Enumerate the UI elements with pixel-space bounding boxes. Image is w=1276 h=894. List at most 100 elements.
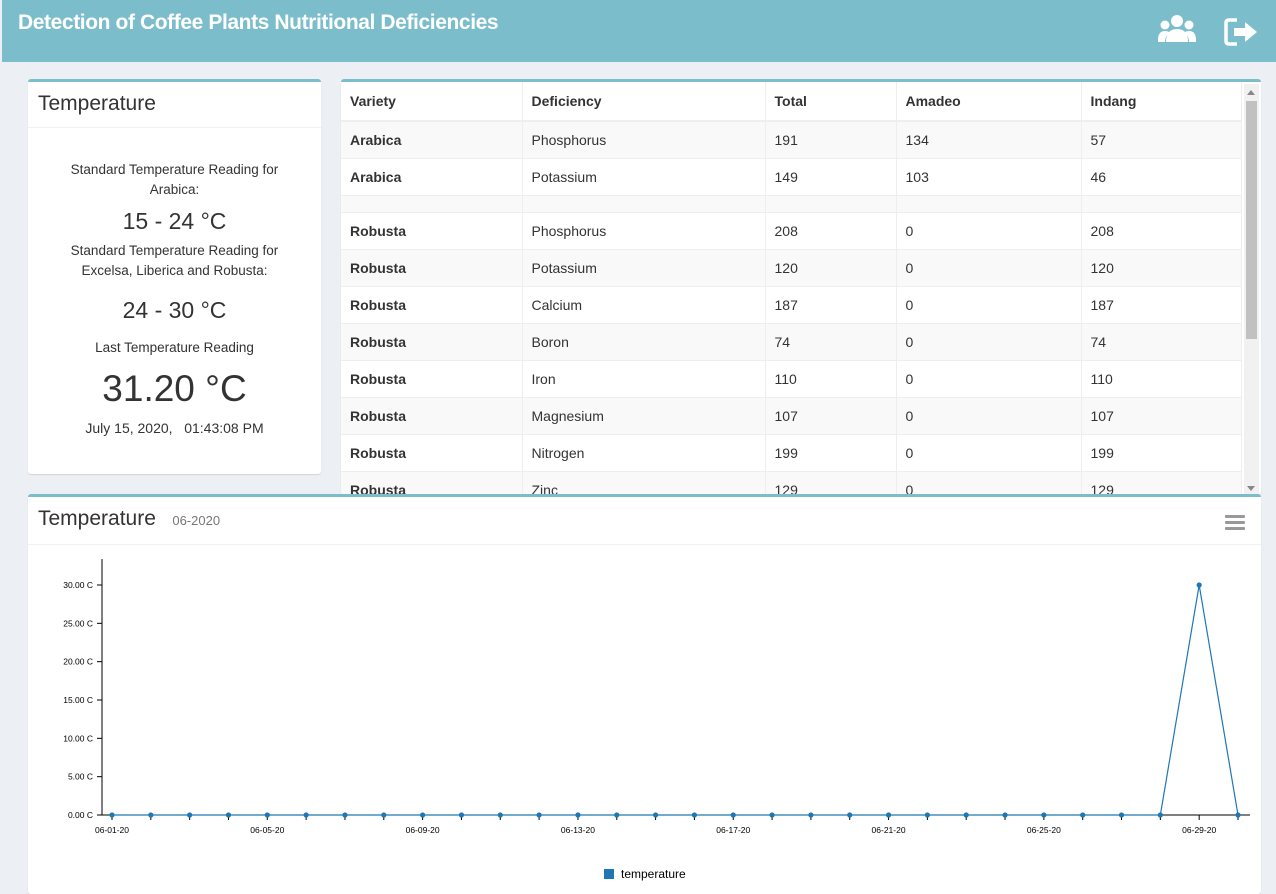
deficiency-table-scroll-area[interactable]: Variety Deficiency Total Amadeo Indang A… (341, 82, 1242, 495)
others-standard-label: Standard Temperature Reading for Excelsa… (70, 243, 279, 278)
cell-deficiency: Calcium (522, 285, 766, 323)
column-header-indang[interactable]: Indang (1081, 82, 1242, 122)
table-scrollbar[interactable] (1244, 84, 1259, 495)
data-point (1080, 812, 1086, 818)
x-tick-label: 06-21-20 (872, 825, 906, 835)
cell-amadeo: 0 (896, 322, 1082, 360)
y-tick-label: 30.00 C (63, 580, 93, 590)
data-point (769, 812, 775, 818)
cell-deficiency: Magnesium (522, 396, 766, 434)
cell-total: 187 (765, 285, 897, 323)
y-tick-label: 25.00 C (63, 618, 93, 628)
y-tick-label: 15.00 C (63, 695, 93, 705)
app-title: Detection of Coffee Plants Nutritional D… (18, 11, 499, 34)
scroll-down-arrow-icon[interactable] (1247, 486, 1255, 491)
cell-total: 149 (765, 157, 897, 195)
table-row: Robusta Magnesium 107 0 107 (341, 396, 1242, 434)
table-row: Robusta Zinc 129 0 129 (341, 470, 1242, 495)
table-row: Robusta Boron 74 0 74 (341, 322, 1242, 360)
data-point (1235, 812, 1241, 818)
users-button[interactable] (1157, 12, 1197, 52)
data-point (458, 812, 465, 818)
cell-indang: 107 (1081, 396, 1242, 434)
x-tick-label: 06-09-20 (406, 825, 440, 835)
cell-total: 107 (765, 396, 897, 434)
deficiency-table: Variety Deficiency Total Amadeo Indang A… (341, 82, 1242, 495)
users-icon (1158, 15, 1196, 42)
cell-amadeo: 0 (896, 359, 1082, 397)
cell-total: 208 (765, 211, 897, 249)
cell-indang: 120 (1081, 248, 1242, 286)
y-tick-label: 20.00 C (63, 657, 93, 667)
series-line-temperature (112, 584, 1239, 816)
cell-variety: Robusta (341, 359, 523, 397)
data-point (109, 812, 115, 818)
cell-deficiency: Potassium (522, 248, 766, 286)
column-header-variety[interactable]: Variety (341, 82, 523, 122)
data-point (1041, 812, 1047, 818)
y-tick-label: 5.00 C (68, 772, 93, 782)
last-reading-date: July 15, 2020, (85, 420, 173, 436)
cell-indang: 199 (1081, 433, 1242, 471)
data-point (264, 812, 270, 818)
cell-amadeo: 0 (896, 433, 1082, 471)
deficiency-table-panel: Variety Deficiency Total Amadeo Indang A… (341, 79, 1261, 495)
x-tick-label: 06-13-20 (561, 825, 595, 835)
x-tick-label: 06-17-20 (716, 825, 750, 835)
logout-button[interactable] (1223, 12, 1263, 52)
cell-total: 74 (765, 322, 897, 360)
cell-amadeo: 0 (896, 396, 1082, 434)
top-navbar: Detection of Coffee Plants Nutritional D… (2, 0, 1276, 62)
x-tick-label: 06-05-20 (250, 825, 284, 835)
legend-swatch (604, 869, 614, 879)
cell-deficiency: Boron (522, 322, 766, 360)
data-point (847, 812, 853, 818)
arabica-range: 15 - 24 °C (122, 208, 227, 234)
column-header-amadeo[interactable]: Amadeo (896, 82, 1082, 122)
cell-indang: 208 (1081, 211, 1242, 249)
y-tick-label: 10.00 C (63, 733, 93, 743)
y-tick-label: 0.00 C (68, 810, 93, 820)
cell-total: 120 (765, 248, 897, 286)
column-header-total[interactable]: Total (765, 82, 897, 122)
cell-variety: Robusta (341, 248, 523, 286)
scrollbar-thumb[interactable] (1246, 101, 1257, 339)
data-point (420, 812, 426, 818)
scroll-up-arrow-icon[interactable] (1247, 90, 1255, 95)
cell-indang (1081, 194, 1242, 212)
others-range: 24 - 30 °C (122, 297, 227, 323)
cell-amadeo: 0 (896, 248, 1082, 286)
last-reading-label: Last Temperature Reading (95, 340, 254, 355)
temperature-line-chart: 0.00 C 5.00 C 10.00 C 15.00 C 20.00 C 25.00 C… (63, 559, 1250, 881)
data-point (225, 812, 232, 818)
legend-label: temperature (621, 867, 686, 881)
table-row: Robusta Iron 110 0 110 (341, 359, 1242, 397)
data-point (885, 812, 892, 818)
data-point (1157, 812, 1163, 818)
cell-amadeo: 0 (896, 211, 1082, 249)
data-point (963, 812, 969, 818)
data-point (730, 812, 736, 818)
arabica-standard-label: Standard Temperature Reading for Arabica… (70, 162, 279, 197)
data-point (652, 812, 659, 818)
cell-variety: Arabica (341, 157, 523, 195)
table-row: Robusta Nitrogen 199 0 199 (341, 433, 1242, 471)
cell-variety: Robusta (341, 433, 523, 471)
cell-amadeo: 0 (896, 285, 1082, 323)
cell-amadeo: 0 (896, 470, 1082, 495)
cell-deficiency: Zinc (522, 470, 766, 495)
cell-deficiency: Iron (522, 359, 766, 397)
temperature-panel-title: Temperature (28, 82, 321, 128)
column-header-deficiency[interactable]: Deficiency (522, 82, 766, 122)
cell-variety: Robusta (341, 396, 523, 434)
cell-indang: 46 (1081, 157, 1242, 195)
data-point (1196, 582, 1202, 588)
x-tick-label: 06-29-20 (1182, 825, 1216, 835)
table-row (341, 194, 1242, 212)
cell-variety (341, 194, 523, 212)
last-reading-time: 01:43:08 PM (184, 420, 264, 436)
data-point (1118, 812, 1125, 818)
data-point (342, 812, 348, 818)
cell-deficiency: Potassium (522, 157, 766, 195)
table-row: Robusta Potassium 120 0 120 (341, 248, 1242, 286)
